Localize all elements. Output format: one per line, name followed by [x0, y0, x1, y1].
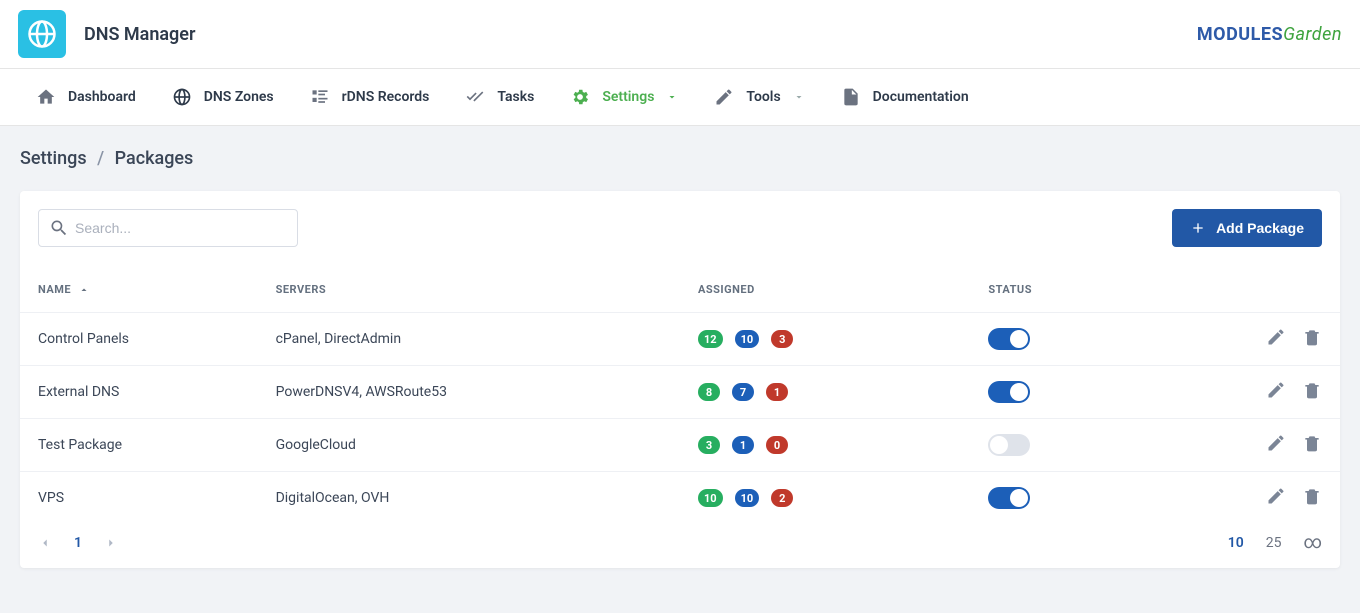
page-size-option[interactable]: ∞ [1303, 534, 1322, 552]
cell-assigned: 310 [680, 419, 970, 472]
table-row: Control PanelscPanel, DirectAdmin 12 10 3 [20, 313, 1340, 366]
nav-dashboard[interactable]: Dashboard [18, 69, 154, 125]
cell-assigned: 871 [680, 366, 970, 419]
assigned-badge-green: 10 [698, 489, 723, 507]
list-icon [310, 87, 330, 107]
nav-rdns-records[interactable]: rDNS Records [292, 69, 448, 125]
cell-servers: PowerDNSV4, AWSRoute53 [258, 366, 680, 419]
chevron-down-icon [793, 91, 805, 103]
cell-name: Control Panels [20, 313, 258, 366]
trash-icon [1302, 433, 1322, 453]
col-servers[interactable]: SERVERS [258, 267, 680, 313]
page-size-option[interactable]: 10 [1228, 535, 1244, 551]
table-row: VPSDigitalOcean, OVH 10 10 2 [20, 472, 1340, 525]
assigned-badge-blue: 7 [732, 383, 754, 401]
pencil-icon [1266, 380, 1286, 400]
plus-icon [1190, 220, 1206, 236]
trash-icon [1302, 380, 1322, 400]
current-page[interactable]: 1 [74, 535, 82, 551]
status-toggle[interactable] [988, 328, 1030, 350]
edit-button[interactable] [1266, 380, 1286, 404]
gear-icon [570, 87, 590, 107]
assigned-badge-red: 3 [771, 330, 793, 348]
cell-name: External DNS [20, 366, 258, 419]
assigned-badge-blue: 10 [735, 330, 760, 348]
col-name[interactable]: NAME [20, 267, 258, 313]
breadcrumb: Settings / Packages [0, 126, 1360, 191]
edit-button[interactable] [1266, 327, 1286, 351]
app-logo [18, 10, 66, 58]
brand-logo: MODULESGarden [1197, 24, 1342, 45]
assigned-badge-red: 1 [766, 383, 788, 401]
nav-settings[interactable]: Settings [552, 69, 696, 125]
col-assigned[interactable]: ASSIGNED [680, 267, 970, 313]
cell-status [970, 472, 1168, 525]
assigned-badge-green: 8 [698, 383, 720, 401]
add-package-button[interactable]: Add Package [1172, 209, 1322, 247]
page-size-selector: 10 25 ∞ [1228, 534, 1322, 552]
delete-button[interactable] [1302, 486, 1322, 510]
edit-button[interactable] [1266, 433, 1286, 457]
cell-servers: cPanel, DirectAdmin [258, 313, 680, 366]
globe-icon [172, 87, 192, 107]
assigned-badge-red: 0 [766, 436, 788, 454]
top-nav: DashboardDNS ZonesrDNS RecordsTasksSetti… [0, 69, 1360, 126]
cell-name: Test Package [20, 419, 258, 472]
breadcrumb-settings[interactable]: Settings [20, 148, 87, 169]
app-title: DNS Manager [84, 24, 195, 45]
trash-icon [1302, 327, 1322, 347]
doc-icon [841, 87, 861, 107]
page-size-option[interactable]: 25 [1266, 535, 1282, 551]
pager: 1 [38, 535, 118, 551]
delete-button[interactable] [1302, 327, 1322, 351]
col-status[interactable]: STATUS [970, 267, 1168, 313]
status-toggle[interactable] [988, 487, 1030, 509]
nav-dns-zones[interactable]: DNS Zones [154, 69, 292, 125]
cell-status [970, 313, 1168, 366]
chevron-down-icon [666, 91, 678, 103]
status-toggle[interactable] [988, 381, 1030, 403]
assigned-badge-green: 3 [698, 436, 720, 454]
delete-button[interactable] [1302, 433, 1322, 457]
assigned-badge-red: 2 [771, 489, 793, 507]
sort-asc-icon [78, 284, 90, 296]
cell-name: VPS [20, 472, 258, 525]
status-toggle[interactable] [988, 434, 1030, 456]
cell-servers: GoogleCloud [258, 419, 680, 472]
search-input[interactable] [75, 220, 287, 236]
pencil-icon [1266, 433, 1286, 453]
pencil-icon [1266, 327, 1286, 347]
cell-assigned: 10 10 2 [680, 472, 970, 525]
next-page-icon[interactable] [104, 536, 118, 550]
cell-servers: DigitalOcean, OVH [258, 472, 680, 525]
trash-icon [1302, 486, 1322, 506]
home-icon [36, 87, 56, 107]
table-row: Test PackageGoogleCloud310 [20, 419, 1340, 472]
cell-status [970, 419, 1168, 472]
nav-tasks[interactable]: Tasks [447, 69, 552, 125]
assigned-badge-blue: 1 [732, 436, 754, 454]
nav-tools[interactable]: Tools [696, 69, 822, 125]
table-row: External DNSPowerDNSV4, AWSRoute53871 [20, 366, 1340, 419]
pencil-icon [1266, 486, 1286, 506]
pencil-icon [714, 87, 734, 107]
cell-status [970, 366, 1168, 419]
delete-button[interactable] [1302, 380, 1322, 404]
assigned-badge-green: 12 [698, 330, 723, 348]
cell-assigned: 12 10 3 [680, 313, 970, 366]
search-icon [49, 218, 69, 238]
search-input-wrap[interactable] [38, 209, 298, 247]
nav-documentation[interactable]: Documentation [823, 69, 987, 125]
edit-button[interactable] [1266, 486, 1286, 510]
assigned-badge-blue: 10 [735, 489, 760, 507]
prev-page-icon[interactable] [38, 536, 52, 550]
checks-icon [465, 87, 485, 107]
breadcrumb-packages: Packages [115, 148, 194, 169]
